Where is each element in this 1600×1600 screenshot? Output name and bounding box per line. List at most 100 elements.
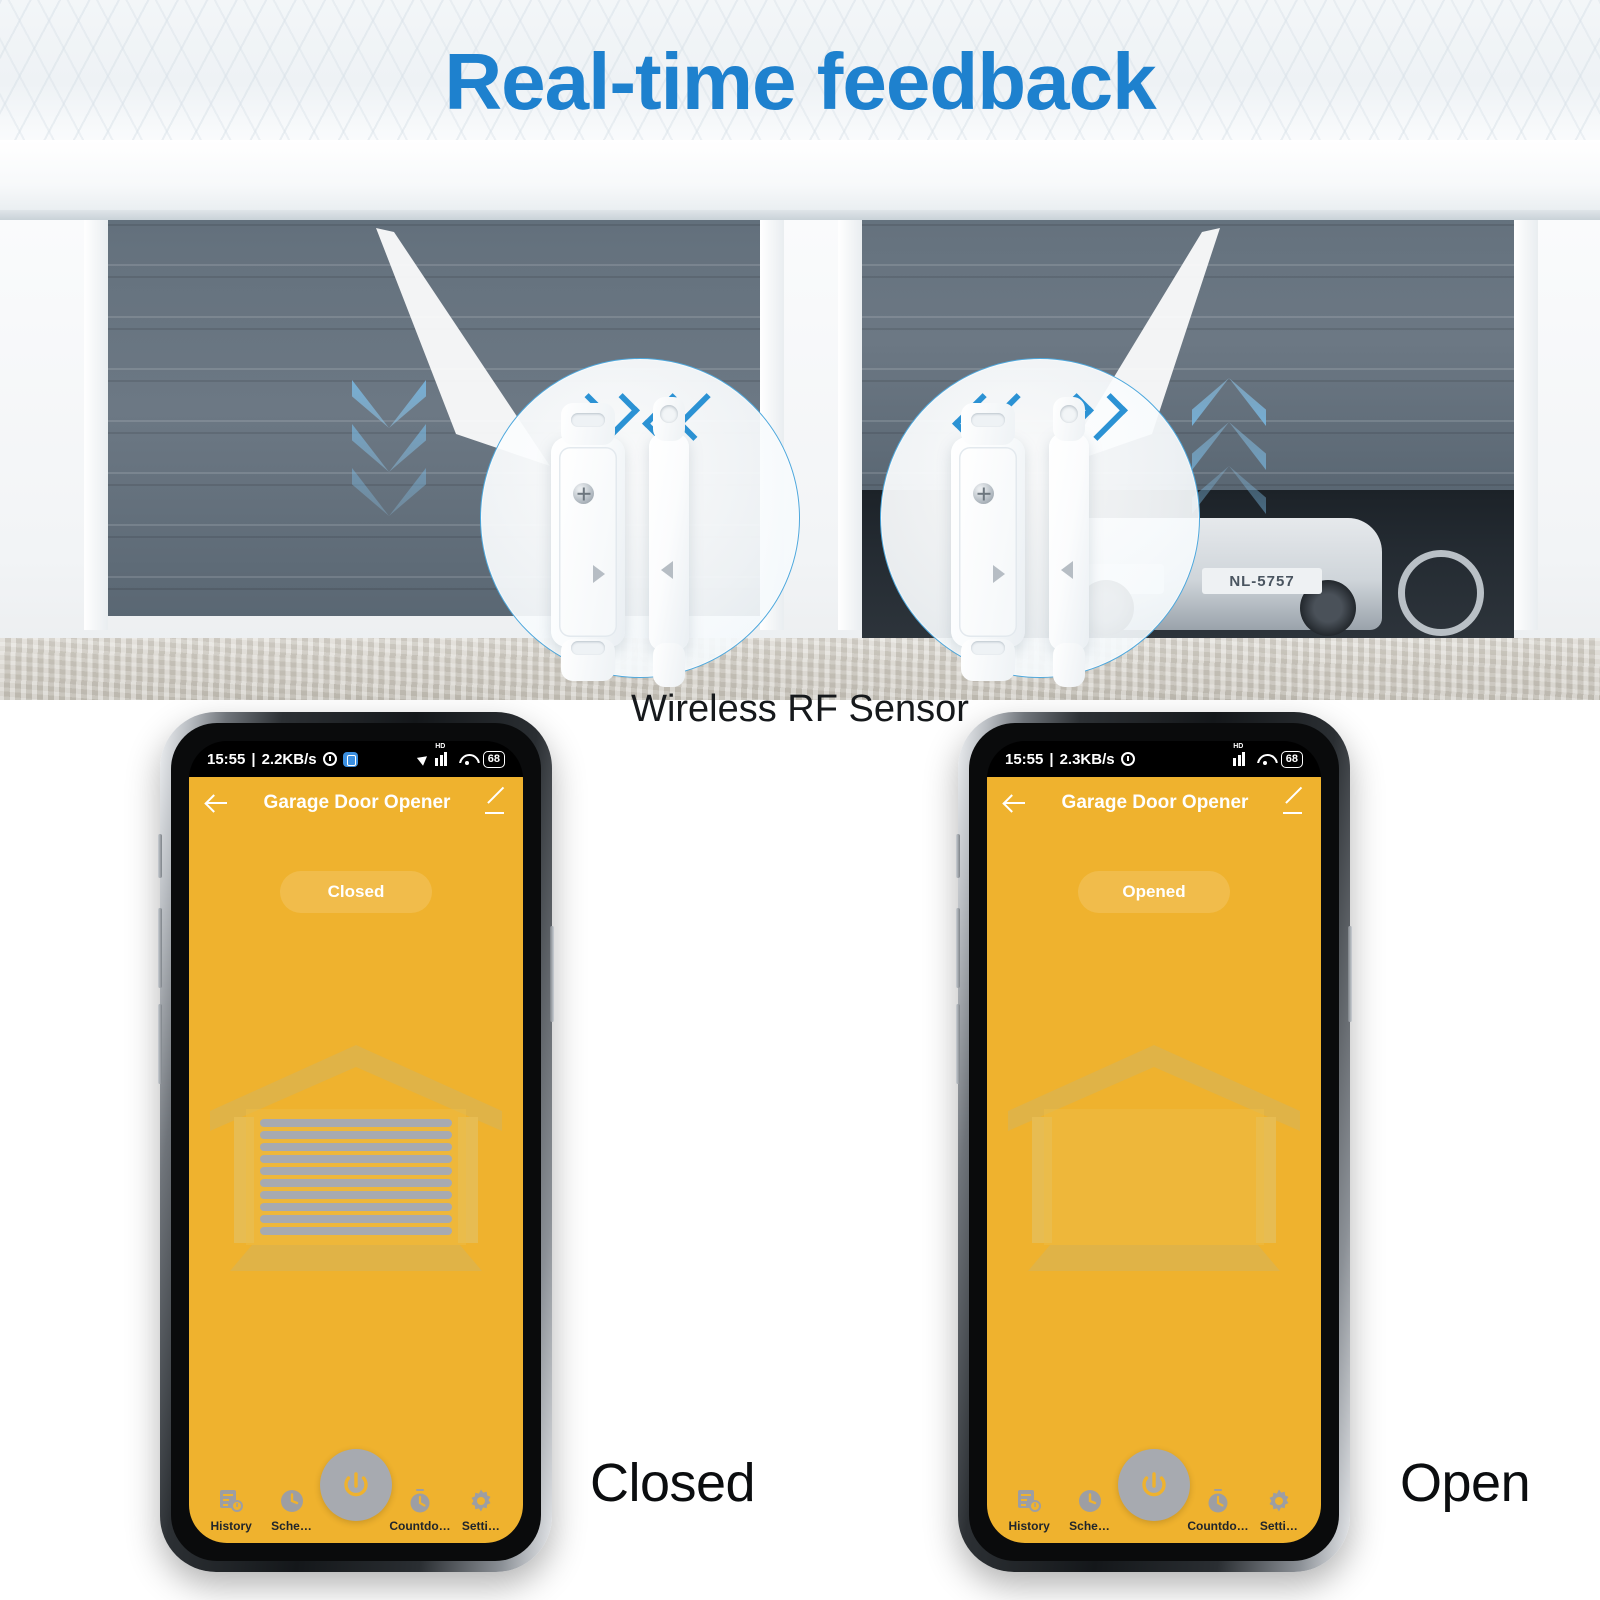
app-top-bar: Garage Door Opener [189,777,523,829]
phone-power-side-button[interactable] [550,926,554,1022]
rf-signal-chevrons-left [481,385,801,449]
phone-screen: 15:55 | 2.2KB/s HD 68 Garage Door Opener… [189,741,523,1543]
door-sensor-body [951,403,1025,681]
sensor-inner-panel [559,447,617,637]
door-jamb [84,154,108,630]
nav-item-schedule[interactable]: Sche… [261,1488,321,1533]
pencil-edit-icon[interactable] [484,792,507,814]
door-status-badge: Closed [280,871,432,913]
phone-side-button[interactable] [158,834,162,878]
status-bar: 15:55 | 2.3KB/s HD 68 [987,741,1321,777]
license-plate: NL-5757 [1202,568,1322,594]
nav-label: Sche… [271,1519,312,1533]
power-glyph-icon [1142,1472,1166,1497]
status-bar: 15:55 | 2.2KB/s HD 68 [189,741,523,777]
roof-soffit [0,140,1600,216]
wifi-icon [459,753,476,766]
app-title: Garage Door Opener [263,792,451,813]
nav-item-settings[interactable]: Setti… [451,1488,511,1533]
app-content: Garage Door Opener Opened History Sche… … [987,777,1321,1543]
nav-label: Setti… [461,1519,500,1533]
pencil-edit-icon[interactable] [1282,792,1305,814]
nav-label: Sche… [1069,1519,1110,1533]
sensor-screw-icon [973,483,994,504]
phone-volume-up-button[interactable] [956,908,960,988]
nav-item-settings[interactable]: Setti… [1249,1488,1309,1533]
status-separator: | [251,750,256,768]
nav-label: Countdo… [1187,1519,1249,1533]
cellular-signal-icon: HD [435,743,452,766]
status-time: 15:55 [207,750,246,768]
power-glyph-icon [344,1472,368,1497]
battery-indicator: 68 [1280,750,1303,768]
door-sensor-body [551,403,625,681]
door-status-badge: Opened [1078,871,1230,913]
location-arrow-icon [417,752,431,766]
phone-screen: 15:55 | 2.3KB/s HD 68 Garage Door Opener… [987,741,1321,1543]
clock-schedule-icon [280,1490,303,1512]
countdown-timer-icon [1208,1489,1228,1513]
nav-item-schedule[interactable]: Sche… [1059,1488,1119,1533]
countdown-timer-icon [410,1489,430,1513]
garage-illustration-wrap [987,913,1321,1455]
bottom-navigation: History Sche… Countdo… Setti… [189,1449,523,1543]
state-label-open: Open [1400,1453,1531,1513]
app-top-bar: Garage Door Opener [987,777,1321,829]
nav-item-history[interactable]: History [999,1488,1059,1533]
page-title: Real-time feedback [444,37,1156,126]
nav-label: Setti… [1259,1519,1298,1533]
back-arrow-icon[interactable] [205,791,229,815]
magnet-screw-hole [660,405,678,423]
sensor-align-arrow-icon [993,565,1005,583]
phone-frame: 15:55 | 2.2KB/s HD 68 Garage Door Opener… [158,712,554,1572]
alarm-clock-icon [1120,752,1135,766]
phone-mockup-closed: 15:55 | 2.2KB/s HD 68 Garage Door Opener… [158,712,554,1572]
bottom-navigation: History Sche… Countdo… Setti… [987,1449,1321,1543]
sensor-screw-icon [573,483,594,504]
door-jamb [838,154,862,630]
blue-app-icon [342,751,358,767]
sensor-align-arrow-icon [593,565,605,583]
history-icon [1018,1490,1042,1512]
phone-power-side-button[interactable] [1348,926,1352,1022]
app-content: Garage Door Opener Closed History Sche… … [189,777,523,1543]
back-arrow-icon[interactable] [1003,791,1027,815]
door-sensor-magnet [1049,397,1089,687]
soffit-edge [0,210,1600,220]
phone-frame: 15:55 | 2.3KB/s HD 68 Garage Door Opener… [956,712,1352,1572]
nav-label: Countdo… [389,1519,451,1533]
state-label-closed: Closed [590,1453,756,1513]
power-button-icon[interactable] [320,1449,392,1521]
bicycle-wheel [1398,550,1484,636]
status-net-speed: 2.3KB/s [1059,750,1115,768]
app-title: Garage Door Opener [1061,792,1249,813]
gear-settings-icon [1269,1489,1289,1512]
magnet-align-arrow-icon [661,561,673,579]
gear-settings-icon [471,1489,491,1512]
phone-bezel: 15:55 | 2.3KB/s HD 68 Garage Door Opener… [969,723,1339,1561]
clock-schedule-icon [1078,1490,1101,1512]
door-jamb [1514,154,1538,630]
garage-illustration-closed [210,1045,502,1271]
sensor-inner-panel [959,447,1017,637]
status-separator: | [1049,750,1054,768]
nav-item-countdown[interactable]: Countdo… [1187,1488,1249,1533]
callout-circle-right [880,358,1200,687]
nav-item-history[interactable]: History [201,1488,261,1533]
magnet-screw-hole [660,661,678,679]
power-button-icon[interactable] [1118,1449,1190,1521]
hd-label: HD [435,743,446,750]
history-icon [220,1490,244,1512]
nav-item-countdown[interactable]: Countdo… [389,1488,451,1533]
phone-mockup-open: 15:55 | 2.3KB/s HD 68 Garage Door Opener… [956,712,1352,1572]
nav-label: History [1008,1519,1050,1533]
alarm-clock-icon [322,752,337,766]
callout-circle-left [480,358,801,687]
phone-side-button[interactable] [956,834,960,878]
garage-illustration-wrap [189,913,523,1455]
phone-volume-down-button[interactable] [158,1004,162,1084]
status-net-speed: 2.2KB/s [261,750,317,768]
cellular-signal-icon: HD [1233,743,1250,766]
phone-volume-up-button[interactable] [158,908,162,988]
phone-volume-down-button[interactable] [956,1004,960,1084]
